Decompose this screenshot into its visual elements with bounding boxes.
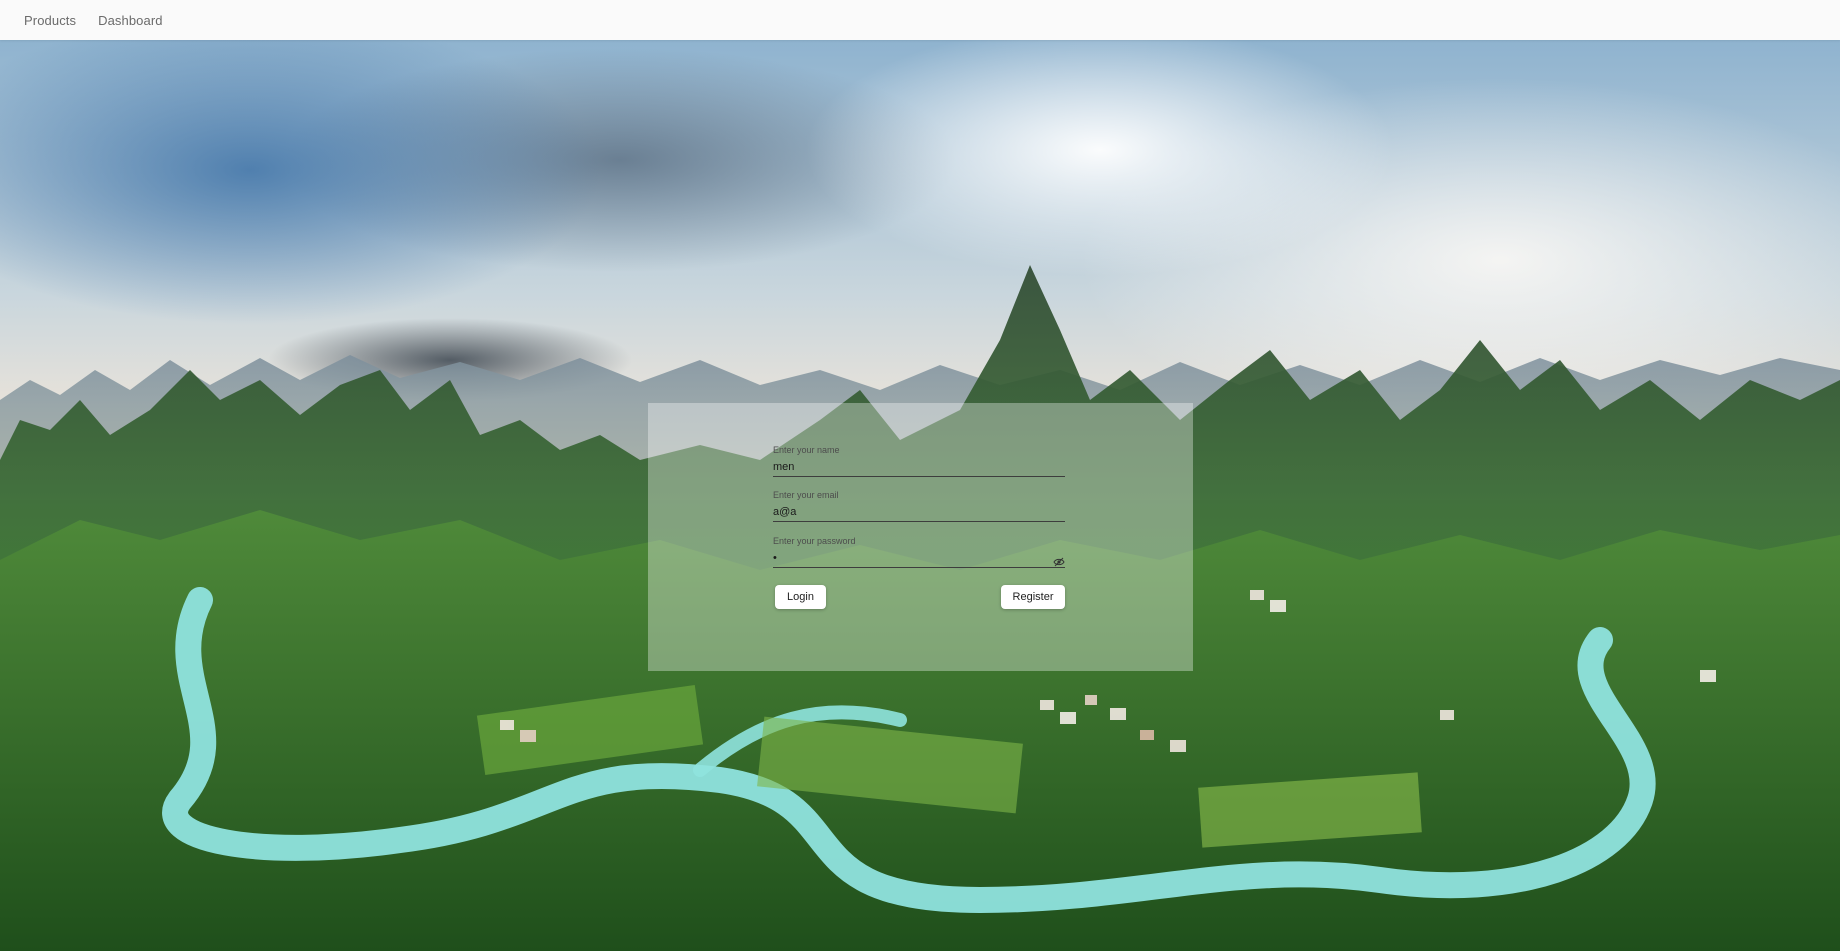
nav-link-products[interactable]: Products	[24, 13, 76, 28]
password-field-label: Enter your password	[773, 536, 856, 546]
eye-off-icon[interactable]	[1053, 554, 1065, 567]
register-button[interactable]: Register	[1001, 585, 1065, 609]
email-field-label: Enter your email	[773, 490, 839, 500]
name-field-label: Enter your name	[773, 445, 840, 455]
name-field-group: Enter your name	[773, 445, 1065, 477]
password-field-group: Enter your password	[773, 536, 1065, 568]
name-input[interactable]	[773, 461, 1065, 477]
login-register-card: Enter your name Enter your email Enter y…	[648, 403, 1193, 671]
email-input[interactable]	[773, 506, 1065, 522]
top-navigation-bar: Products Dashboard	[0, 0, 1840, 40]
password-input[interactable]	[773, 552, 1065, 568]
email-field-group: Enter your email	[773, 490, 1065, 522]
login-button[interactable]: Login	[775, 585, 826, 609]
nav-link-dashboard[interactable]: Dashboard	[98, 13, 163, 28]
